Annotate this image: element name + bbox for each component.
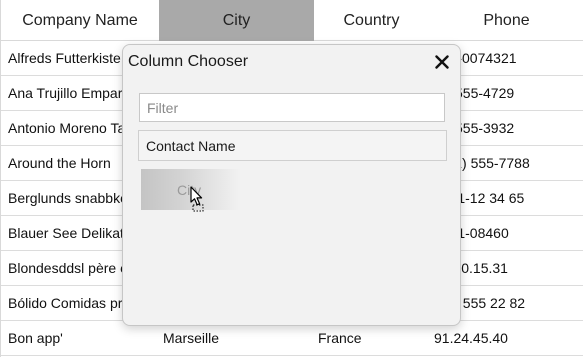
column-header-city[interactable]: City bbox=[159, 0, 314, 41]
close-button[interactable] bbox=[432, 52, 452, 72]
cell-phone: 91.24.45.40 bbox=[434, 330, 508, 346]
filter-input[interactable] bbox=[139, 93, 445, 122]
close-icon bbox=[435, 55, 449, 69]
cell-company-name: Bon app' bbox=[8, 330, 63, 346]
chooser-item-contact-name[interactable]: Contact Name bbox=[138, 130, 447, 161]
column-chooser-title: Column Chooser bbox=[128, 53, 249, 70]
cell-city: Marseille bbox=[163, 330, 220, 346]
column-header-company-name[interactable]: Company Name bbox=[1, 0, 159, 41]
table-row[interactable]: Bon app' Marseille France 91.24.45.40 bbox=[1, 321, 583, 356]
column-header-phone[interactable]: Phone bbox=[429, 0, 583, 41]
cell-country: France bbox=[318, 330, 362, 346]
drag-cursor-icon bbox=[190, 186, 204, 212]
grid-header: Company Name City Country Phone bbox=[1, 0, 583, 41]
column-header-country[interactable]: Country bbox=[314, 0, 429, 41]
